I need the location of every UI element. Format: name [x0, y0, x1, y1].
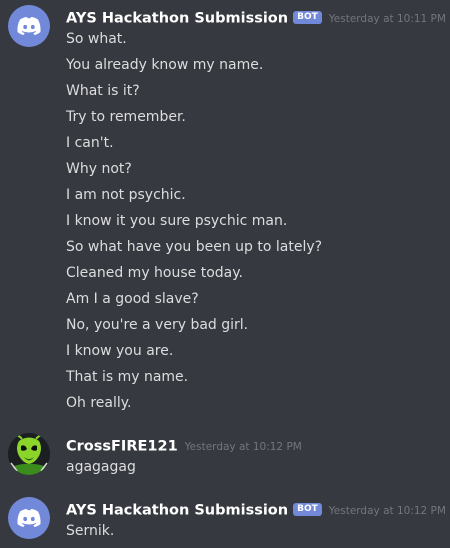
username[interactable]: CrossFIRE121 [66, 439, 178, 455]
discord-logo-icon [17, 509, 41, 527]
message-line: That is my name. [66, 369, 189, 385]
message-header: AYS Hackathon Submission BOT Yesterday at … [66, 8, 446, 28]
message-line: So what have you been up to lately? [66, 239, 323, 255]
message-line: I can't. [66, 135, 114, 151]
message-line: So what. [66, 31, 127, 47]
message-line: Am I a good slave? [66, 291, 199, 307]
username[interactable]: AYS Hackathon Submission [66, 11, 288, 27]
timestamp: Yesterday at 10:12 PM [328, 504, 446, 517]
chat-log: AYS Hackathon Submission BOT Yesterday at … [0, 0, 450, 548]
message-line: I know it you sure psychic man. [66, 213, 288, 229]
message-header: CrossFIRE121 Yesterday at 10:12 PM [66, 436, 302, 456]
message-line: Try to remember. [66, 109, 186, 125]
message-line: agagagag [66, 459, 136, 475]
message-line: Sernik. [66, 523, 115, 539]
message-line: I am not psychic. [66, 187, 186, 203]
message-header: AYS Hackathon Submission BOT Yesterday at … [66, 500, 446, 520]
message-line: I know you are. [66, 343, 174, 359]
user-avatar[interactable] [8, 433, 50, 475]
message-line: Cleaned my house today. [66, 265, 243, 281]
green-alien-character-icon [8, 433, 50, 475]
timestamp: Yesterday at 10:11 PM [328, 12, 446, 25]
message-line: You already know my name. [66, 57, 264, 73]
discord-logo-icon [17, 17, 41, 35]
username[interactable]: AYS Hackathon Submission [66, 503, 288, 519]
message-line: Oh really. [66, 395, 132, 411]
message-line: Why not? [66, 161, 132, 177]
bot-avatar[interactable] [8, 497, 50, 539]
timestamp: Yesterday at 10:12 PM [184, 440, 302, 453]
message-line: What is it? [66, 83, 140, 99]
bot-avatar[interactable] [8, 5, 50, 47]
bot-badge: BOT [293, 503, 322, 516]
message-line: No, you're a very bad girl. [66, 317, 249, 333]
bot-badge: BOT [293, 11, 322, 24]
